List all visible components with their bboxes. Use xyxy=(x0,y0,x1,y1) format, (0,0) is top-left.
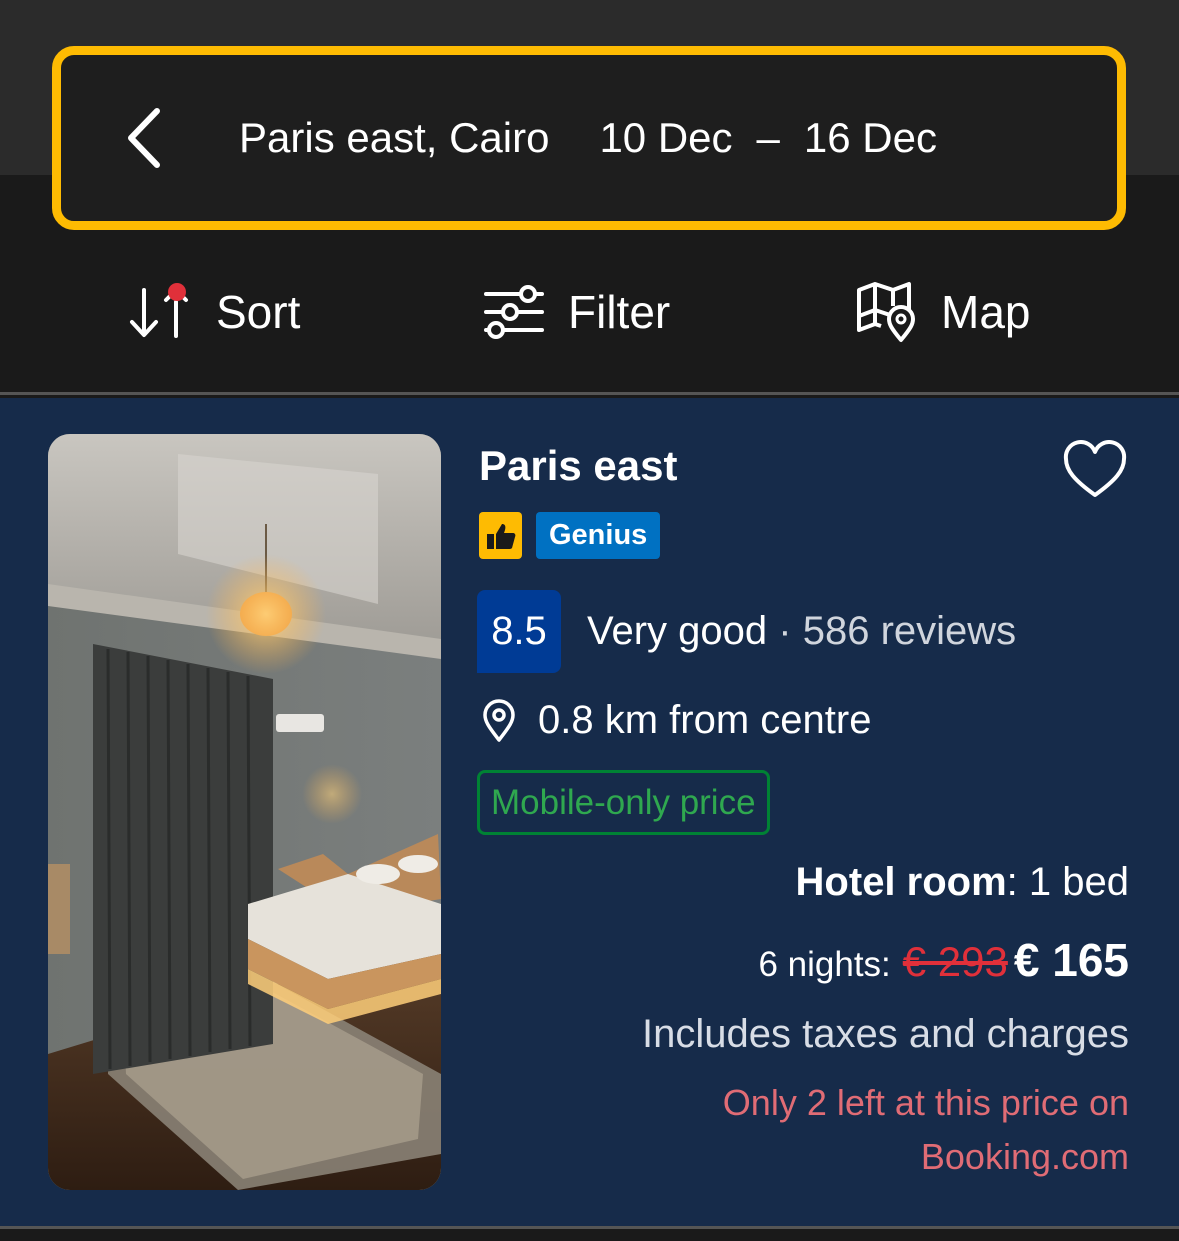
search-summary-text[interactable]: Paris east, Cairo 10 Dec – 16 Dec xyxy=(239,114,937,162)
scarcity-line-1: Only 2 left at this price on xyxy=(722,1082,1129,1123)
map-button[interactable]: Map xyxy=(855,272,1030,352)
heart-icon xyxy=(1063,440,1127,497)
property-badges: Genius xyxy=(479,512,661,559)
search-summary-bar[interactable]: Paris east, Cairo 10 Dec – 16 Dec xyxy=(52,46,1126,230)
price-line: 6 nights: € 293 € 165 xyxy=(758,933,1129,987)
scarcity-message: Only 2 left at this price on Booking.com xyxy=(723,1076,1129,1184)
nights-label: 6 nights: xyxy=(758,945,891,984)
sort-label: Sort xyxy=(216,286,301,338)
room-info: Hotel room: 1 bed xyxy=(796,860,1129,905)
map-icon xyxy=(857,282,915,342)
review-score-row: 8.5 Very good · 586 reviews xyxy=(477,590,1016,673)
sliders-icon xyxy=(484,285,544,339)
property-name[interactable]: Paris east xyxy=(479,442,677,490)
distance-text: 0.8 km from centre xyxy=(538,698,872,742)
location-pin-icon xyxy=(483,698,515,742)
results-toolbar: Sort Filter Map xyxy=(0,232,1179,395)
room-type: Hotel room xyxy=(795,860,1007,904)
review-count: 586 reviews xyxy=(802,609,1017,653)
discounted-price: € 165 xyxy=(1013,934,1129,986)
taxes-note: Includes taxes and charges xyxy=(642,1012,1129,1056)
preferred-badge xyxy=(479,512,522,559)
property-photo[interactable] xyxy=(48,434,441,1190)
filter-label: Filter xyxy=(568,286,671,338)
date-from: 10 Dec xyxy=(599,114,733,161)
search-location: Paris east, Cairo xyxy=(239,114,550,161)
filter-button[interactable]: Filter xyxy=(482,272,670,352)
favorite-button[interactable] xyxy=(1062,440,1128,500)
review-summary: Very good · 586 reviews xyxy=(587,609,1016,654)
back-button[interactable] xyxy=(121,103,169,173)
mobile-only-badge: Mobile-only price xyxy=(477,770,770,835)
scarcity-line-2: Booking.com xyxy=(920,1136,1129,1177)
sort-icon xyxy=(130,283,188,338)
card-divider xyxy=(0,1226,1179,1241)
review-score-badge: 8.5 xyxy=(477,590,561,673)
date-separator: – xyxy=(756,114,780,161)
distance-row: 0.8 km from centre xyxy=(482,698,871,743)
thumbs-up-icon xyxy=(486,523,515,549)
search-dates: 10 Dec – 16 Dec xyxy=(599,114,937,162)
property-card[interactable]: Paris east Genius 8.5 Very good · 586 re… xyxy=(0,398,1179,1226)
original-price: € 293 xyxy=(902,938,1008,985)
date-to: 16 Dec xyxy=(803,114,937,161)
genius-badge: Genius xyxy=(536,512,661,559)
score-word: Very good xyxy=(587,609,768,653)
bedroom-photo-illustration xyxy=(48,434,441,1190)
room-detail: : 1 bed xyxy=(1006,860,1129,904)
map-label: Map xyxy=(941,286,1031,338)
score-separator: · xyxy=(778,609,792,653)
sort-button[interactable]: Sort xyxy=(126,272,300,352)
chevron-left-icon xyxy=(128,108,160,168)
